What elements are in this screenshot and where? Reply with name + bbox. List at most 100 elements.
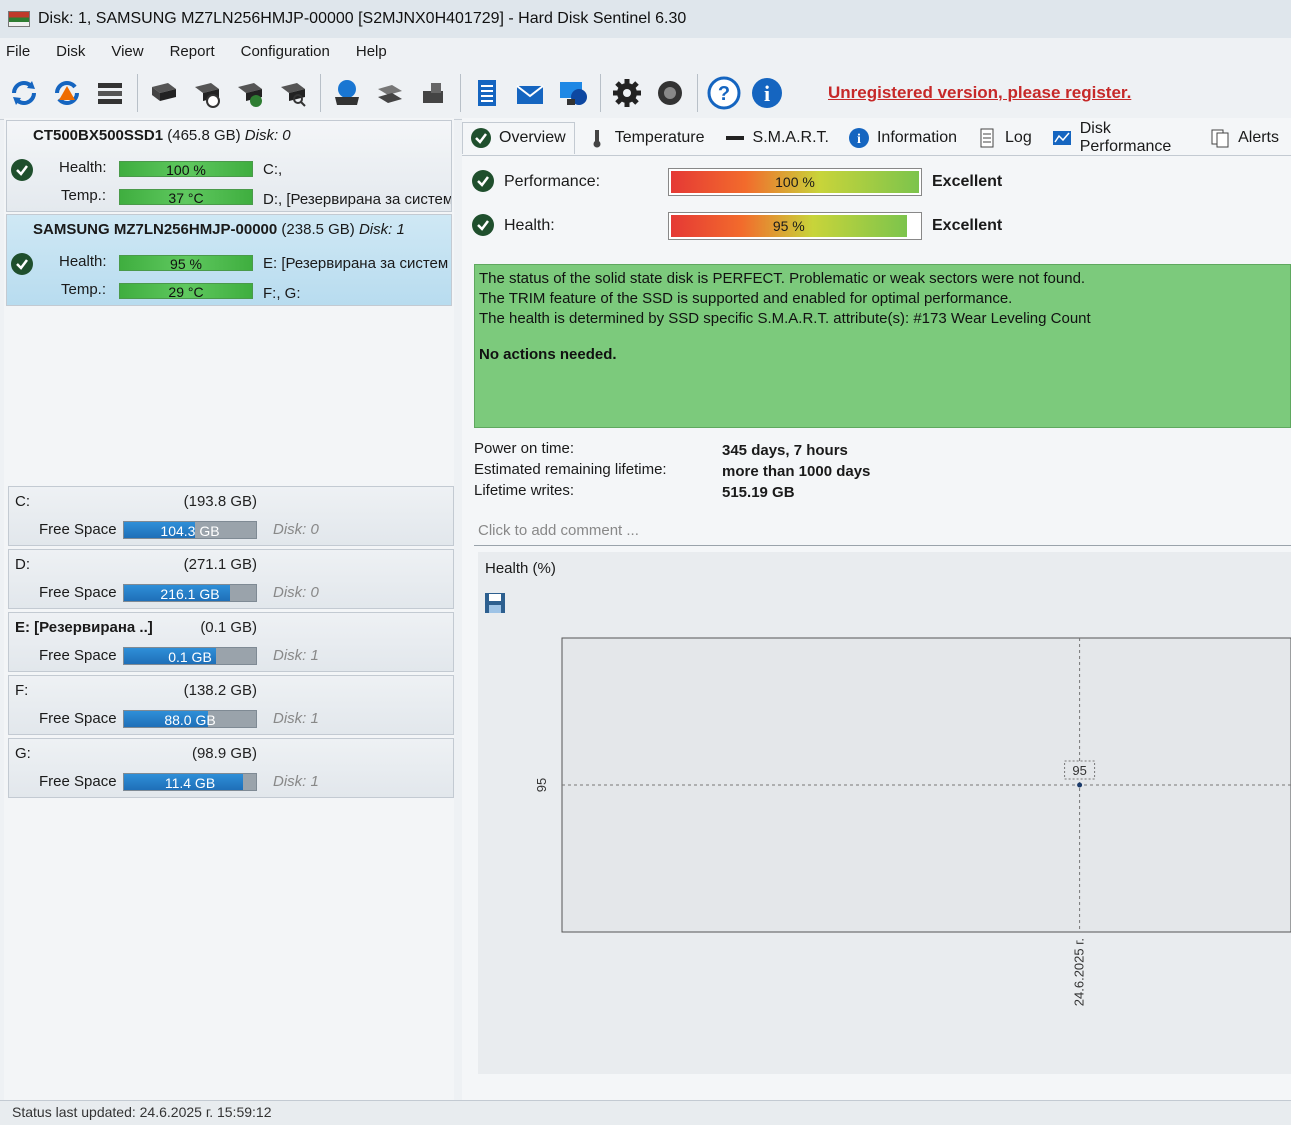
disk-card-1[interactable]: SAMSUNG MZ7LN256HMJP-00000 (238.5 GB) Di… [6, 214, 452, 306]
gear-icon[interactable] [609, 75, 645, 111]
data-label: 95 [1072, 763, 1086, 778]
disk-schedule-icon[interactable] [189, 75, 225, 111]
toolbar-separator [320, 73, 321, 112]
partition-f[interactable]: F: (138.2 GB) Free Space 88.0 GB Disk: 1 [8, 675, 454, 735]
comment-field[interactable]: Click to add comment ... [474, 516, 1291, 546]
tab-bar: Overview Temperature S.M.A.R.T. i Inform… [462, 120, 1291, 156]
temp-bar: 37 °C [119, 189, 253, 206]
performance-rating: Excellent [932, 173, 1003, 190]
info-icon[interactable]: i [749, 75, 785, 111]
disk-list-icon[interactable] [92, 75, 128, 111]
toolbar-separator [600, 73, 601, 112]
tab-alerts[interactable]: Alerts [1202, 122, 1287, 154]
network-disk-icon[interactable] [329, 75, 365, 111]
disk-check-icon[interactable] [232, 75, 268, 111]
refresh-icon[interactable] [6, 75, 42, 111]
free-space-value: 104.3 GB [160, 523, 220, 539]
partition-letter: F: [15, 682, 29, 699]
tab-label: S.M.A.R.T. [752, 128, 829, 146]
web-report-icon[interactable] [555, 75, 591, 111]
free-space-value: 0.1 GB [168, 649, 212, 665]
details-panel: Overview Temperature S.M.A.R.T. i Inform… [462, 118, 1291, 1103]
report-icon[interactable] [469, 75, 505, 111]
usb-disk-icon[interactable] [415, 75, 451, 111]
partition-disk: Disk: 1 [273, 647, 319, 664]
ok-check-icon [472, 214, 494, 236]
partition-size: (193.8 GB) [183, 493, 257, 510]
temp-label: Temp.: [61, 281, 107, 298]
partition-letter: E: [Резервирана ..] [15, 619, 153, 636]
menu-view[interactable]: View [111, 43, 143, 60]
disk-list-panel: CT500BX500SSD1 (465.8 GB) Disk: 0 Health… [4, 118, 454, 1103]
performance-row: Performance: 100 % Excellent [472, 168, 1032, 198]
menu-configuration[interactable]: Configuration [241, 43, 330, 60]
tab-label: Information [876, 128, 958, 146]
partition-e[interactable]: E: [Резервирана ..] (0.1 GB) Free Space … [8, 612, 454, 672]
free-space-value: 88.0 GB [164, 712, 216, 728]
power-on-row: Power on time: 345 days, 7 hours [474, 440, 1074, 461]
smart-icon [725, 128, 745, 148]
health-bar: 95 % [119, 255, 253, 272]
health-label: Health: [504, 217, 555, 234]
partition-d[interactable]: D: (271.1 GB) Free Space 216.1 GB Disk: … [8, 549, 454, 609]
menu-help[interactable]: Help [356, 43, 387, 60]
info-icon: i [848, 127, 869, 148]
partition-size: (98.9 GB) [191, 745, 257, 762]
lifetime-value: more than 1000 days [722, 463, 871, 480]
disk-info: Power on time: 345 days, 7 hours Estimat… [474, 440, 1074, 503]
tab-temperature[interactable]: Temperature [579, 122, 713, 154]
disk-search-icon[interactable] [275, 75, 311, 111]
disk-size: (238.5 GB) [281, 221, 355, 238]
lifetime-row: Estimated remaining lifetime: more than … [474, 461, 1074, 482]
menu-disk[interactable]: Disk [56, 43, 85, 60]
tab-disk-performance[interactable]: Disk Performance [1044, 119, 1198, 155]
health-value: 95 % [772, 218, 805, 234]
status-action: No actions needed. [479, 346, 617, 363]
status-line: The status of the solid state disk is PE… [479, 270, 1086, 287]
disk-partitions: E: [Резервирана за систем [263, 255, 449, 272]
thermometer-icon [587, 128, 607, 148]
status-description: The status of the solid state disk is PE… [474, 264, 1291, 428]
tab-label: Temperature [614, 128, 705, 146]
partition-letter: C: [15, 493, 30, 510]
menu-file[interactable]: File [6, 43, 30, 60]
app-icon [8, 11, 30, 27]
tab-label: Log [1005, 128, 1032, 146]
performance-gauge: 100 % [668, 168, 922, 196]
temp-label: Temp.: [61, 187, 107, 204]
status-text: Status last updated: 24.6.2025 г. 15:59:… [12, 1104, 272, 1120]
ok-check-icon [11, 253, 33, 275]
email-report-icon[interactable] [512, 75, 548, 111]
health-label: Health: [59, 159, 107, 176]
data-point [1077, 782, 1083, 788]
disk-partitions: C:, [263, 161, 283, 178]
disk-card-0[interactable]: CT500BX500SSD1 (465.8 GB) Disk: 0 Health… [6, 120, 452, 212]
partition-c[interactable]: C: (193.8 GB) Free Space 104.3 GB Disk: … [8, 486, 454, 546]
tab-log[interactable]: Log [969, 122, 1040, 154]
power-on-value: 345 days, 7 hours [722, 442, 848, 459]
writes-row: Lifetime writes: 515.19 GB [474, 482, 1074, 503]
free-space-bar: 216.1 GB [123, 584, 257, 602]
hard-disk-icon[interactable] [146, 75, 182, 111]
partition-g[interactable]: G: (98.9 GB) Free Space 11.4 GB Disk: 1 [8, 738, 454, 798]
writes-label: Lifetime writes: [474, 482, 575, 499]
sound-alert-icon[interactable] [652, 75, 688, 111]
tab-overview[interactable]: Overview [462, 121, 575, 154]
tab-information[interactable]: i Information [841, 122, 965, 154]
disk-stack-icon[interactable] [372, 75, 408, 111]
health-chart: 95 95 24.6.2025 г. [534, 637, 1291, 1006]
disk-partitions: D:, [Резервирана за систем [263, 191, 451, 208]
toolbar-separator [460, 73, 461, 112]
free-space-bar: 88.0 GB [123, 710, 257, 728]
health-rating: Excellent [932, 217, 1003, 234]
menu-bar: File Disk View Report Configuration Help [0, 38, 1291, 64]
refresh-warning-icon[interactable] [49, 75, 85, 111]
free-space-label: Free Space [39, 521, 117, 538]
help-icon[interactable]: ? [706, 75, 742, 111]
svg-text:i: i [857, 132, 861, 147]
tab-label: Disk Performance [1079, 119, 1172, 155]
register-link[interactable]: Unregistered version, please register. [828, 83, 1131, 103]
tab-smart[interactable]: S.M.A.R.T. [717, 122, 837, 154]
menu-report[interactable]: Report [170, 43, 215, 60]
free-space-value: 11.4 GB [164, 775, 216, 791]
